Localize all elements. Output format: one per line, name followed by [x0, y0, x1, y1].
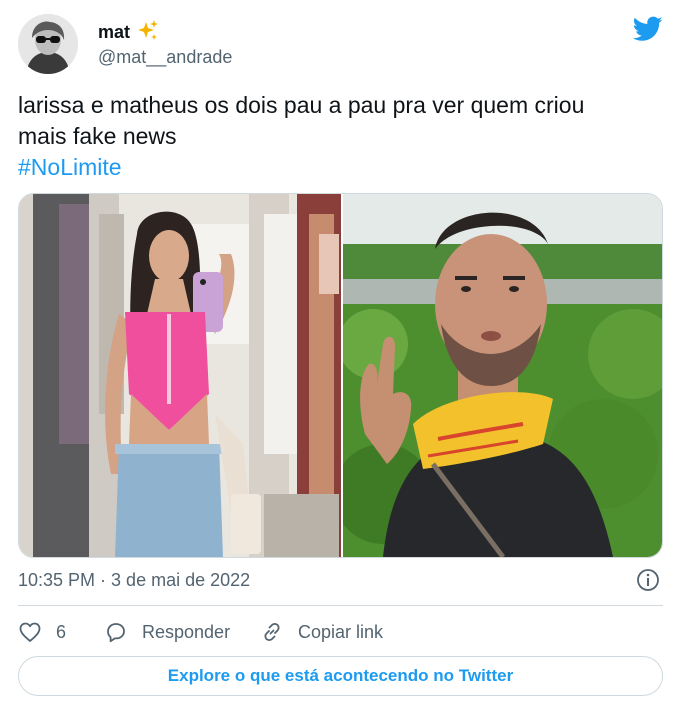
copy-link-button[interactable]: Copiar link [260, 618, 383, 646]
heart-icon [19, 622, 41, 642]
tweet-text: larissa e matheus os dois pau a pau pra … [18, 90, 663, 183]
avatar[interactable] [18, 14, 78, 74]
explore-twitter-button[interactable]: Explore o que está acontecendo no Twitte… [18, 656, 663, 696]
twitter-bird-icon[interactable] [633, 16, 663, 42]
tweet-text-line-2: mais fake news [18, 123, 177, 149]
info-icon[interactable] [636, 568, 660, 592]
tweet-timestamp[interactable]: 10:35 PM · 3 de mai de 2022 [18, 570, 250, 591]
avatar-photo-icon [18, 14, 78, 74]
photo-woman-mirror-selfie-icon[interactable] [19, 194, 341, 557]
divider [18, 605, 663, 606]
display-name[interactable]: mat [98, 22, 130, 43]
user-handle[interactable]: @mat__andrade [98, 47, 232, 68]
hashtag-link[interactable]: #NoLimite [18, 152, 663, 183]
tweet-text-line-1: larissa e matheus os dois pau a pau pra … [18, 92, 585, 118]
sparkles-icon [138, 20, 158, 40]
tweet-card: mat @mat__andrade larissa e matheus os d… [0, 0, 681, 715]
like-count: 6 [56, 621, 67, 642]
photo-man-outdoors-gesturing-icon[interactable] [343, 194, 663, 557]
like-button[interactable]: 6 [18, 618, 66, 646]
copy-link-label: Copiar link [298, 621, 384, 642]
link-icon [264, 622, 280, 642]
reply-bubble-icon [107, 623, 125, 643]
tweet-actions: 6 Responder Copiar link [18, 618, 663, 646]
media-grid [18, 193, 663, 558]
reply-label: Responder [142, 621, 231, 642]
tweet-header: mat @mat__andrade [18, 14, 663, 74]
reply-button[interactable]: Responder [104, 618, 230, 646]
